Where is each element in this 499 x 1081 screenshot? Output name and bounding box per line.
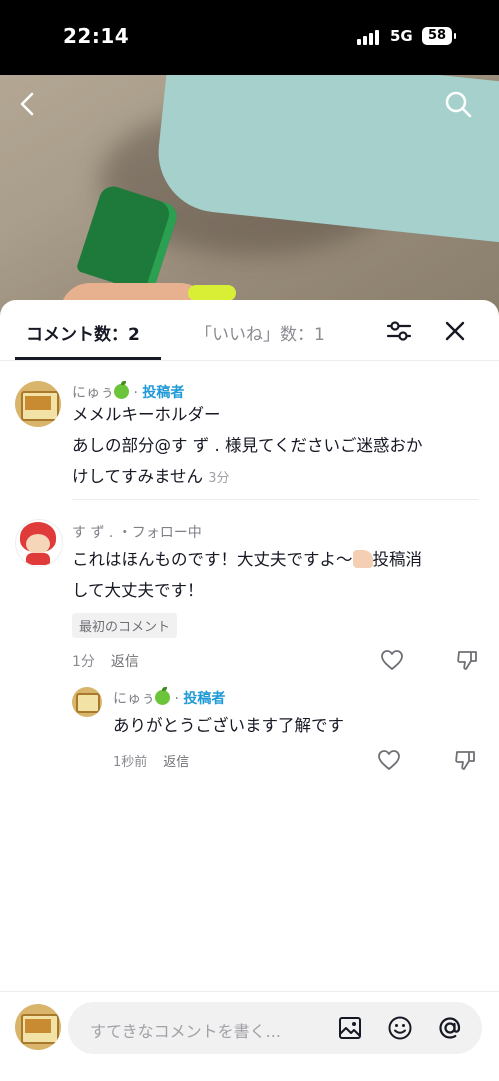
comment-text[interactable]: メメルキーホルダー あしの部分@す ず . 様見てくださいご迷惑おか けしてすみ… xyxy=(72,399,482,494)
comment-text[interactable]: これはほんものです！大丈夫ですよ〜 投稿消 して大丈夫です！ xyxy=(72,544,482,606)
network-type: 5G xyxy=(390,27,413,45)
dislike-icon[interactable] xyxy=(453,748,477,772)
avatar[interactable] xyxy=(15,1004,61,1050)
green-apple-icon xyxy=(114,381,129,399)
mention-icon[interactable] xyxy=(437,1015,463,1041)
reply-meta: 1秒前 返信 xyxy=(113,751,189,770)
green-apple-icon xyxy=(155,687,170,705)
comment-input-placeholder: すてきなコメントを書く... xyxy=(90,1022,281,1041)
image-icon[interactable] xyxy=(337,1015,363,1041)
reply-username[interactable]: にゅぅ · 投稿者 xyxy=(113,687,226,708)
dislike-icon[interactable] xyxy=(455,648,479,672)
tab-likes[interactable]: 「いいね」数：1 xyxy=(195,320,325,345)
status-bar: 22:14 5G 58 xyxy=(0,0,499,75)
back-icon[interactable] xyxy=(14,90,42,118)
thumbs-up-emoji-icon xyxy=(352,550,373,568)
divider xyxy=(72,499,478,500)
comment-input-bar: すてきなコメントを書く... xyxy=(0,991,499,1081)
avatar[interactable] xyxy=(72,687,102,717)
heart-icon[interactable] xyxy=(380,648,404,672)
first-comment-badge: 最初のコメント xyxy=(72,613,178,638)
battery-tip xyxy=(454,33,456,39)
avatar[interactable] xyxy=(15,519,63,567)
comment-time: 3分 xyxy=(208,471,230,486)
battery-icon: 58 xyxy=(422,27,452,45)
filter-icon[interactable] xyxy=(386,318,412,344)
tab-underline xyxy=(15,357,161,360)
search-icon[interactable] xyxy=(444,90,472,118)
avatar[interactable] xyxy=(15,381,61,427)
comment-meta: 1分 返信 xyxy=(72,651,139,671)
comments-tabs: コメント数：2 「いいね」数：1 お xyxy=(0,300,499,361)
status-time: 22:14 xyxy=(63,24,130,48)
close-icon[interactable] xyxy=(442,318,468,344)
heart-icon[interactable] xyxy=(377,748,401,772)
comment-input[interactable]: すてきなコメントを書く... xyxy=(68,1002,482,1054)
reply-time: 1秒前 xyxy=(113,755,148,770)
author-tag: 投稿者 xyxy=(183,691,226,707)
video-preview[interactable] xyxy=(0,75,499,315)
signal-icon xyxy=(357,30,383,45)
comment-time: 1分 xyxy=(72,654,95,670)
reply-button[interactable]: 返信 xyxy=(163,755,189,770)
emoji-icon[interactable] xyxy=(387,1015,413,1041)
tab-comments[interactable]: コメント数：2 xyxy=(26,320,140,345)
comments-sheet: コメント数：2 「いいね」数：1 お にゅぅ · 投稿者 メメルキーホルダー あ… xyxy=(0,300,499,1080)
reply-text[interactable]: ありがとうございます了解です xyxy=(113,710,473,741)
comment-username[interactable]: す ず . ・フォロー中 xyxy=(72,522,202,542)
reply-button[interactable]: 返信 xyxy=(111,654,139,670)
